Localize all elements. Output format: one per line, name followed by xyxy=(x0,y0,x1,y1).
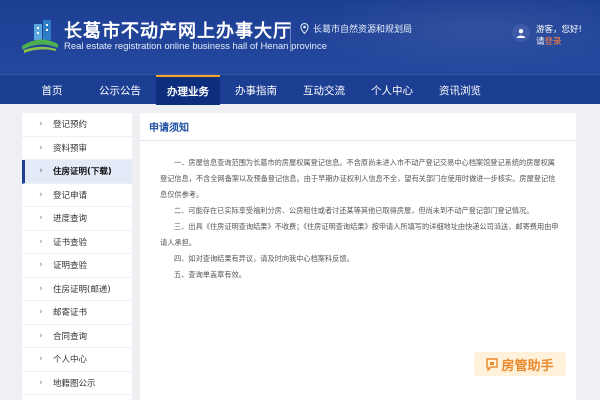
sidebar-item-housing-cert-download[interactable]: › 住房证明(下载) xyxy=(22,160,132,184)
nav-item-interaction[interactable]: 互动交流 xyxy=(292,75,356,105)
chevron-right-icon: › xyxy=(39,189,43,200)
content-header: 申请须知 xyxy=(140,113,576,141)
sidebar: › 登记预约 › 资料预审 › 住房证明(下载) › 登记申请 › 进度查询 › 证书查验 … xyxy=(22,113,132,400)
sidebar-item-contract-query[interactable]: › 合同查询 xyxy=(22,325,132,348)
chevron-right-icon: › xyxy=(39,377,43,388)
chevron-right-icon: › xyxy=(39,330,43,341)
user-icon xyxy=(516,29,526,38)
site-logo-icon xyxy=(22,20,58,53)
sidebar-item-label: 证明查验 xyxy=(53,261,88,272)
chevron-right-icon: › xyxy=(39,236,43,247)
chevron-right-icon: › xyxy=(39,142,43,153)
sidebar-item-registration-apply[interactable]: › 登记申请 xyxy=(22,184,132,207)
sidebar-item-mail-cert[interactable]: › 邮寄证书 xyxy=(22,301,132,325)
notice-paragraph: 四、如对查询结果有异议，请及时向我中心档案科反馈。 xyxy=(174,254,354,263)
chevron-right-icon: › xyxy=(39,119,43,130)
sidebar-item-label: 住房证明(下载) xyxy=(53,167,112,178)
nav-item-news[interactable]: 资讯浏览 xyxy=(428,75,492,105)
sidebar-item-cert-verify[interactable]: › 证书查验 xyxy=(22,231,132,254)
content-title: 申请须知 xyxy=(149,123,189,134)
login-link[interactable]: 登录 xyxy=(545,37,562,47)
site-title: 长葛市不动产网上办事大厅 xyxy=(64,21,292,42)
sidebar-item-label: 合同查询 xyxy=(53,331,88,342)
sidebar-item-progress-query[interactable]: › 进度查询 xyxy=(22,207,132,231)
nav-item-business[interactable]: 办理业务 xyxy=(156,75,220,105)
location-pin-icon xyxy=(300,23,309,34)
sidebar-item-label: 个人中心 xyxy=(53,355,88,366)
user-box: 游客，您好! 请登录 xyxy=(512,24,582,48)
chevron-right-icon: › xyxy=(39,283,43,294)
main-nav: 首页 公示公告 办理业务 办事指南 互动交流 个人中心 资讯浏览 xyxy=(0,74,600,105)
sidebar-item-housing-cert-mail[interactable]: › 住房证明(邮递) xyxy=(22,278,132,301)
location-indicator[interactable]: 长葛市自然资源和规划局 xyxy=(300,22,412,35)
location-label: 长葛市自然资源和规划局 xyxy=(313,25,413,35)
sidebar-item-label: 登记申请 xyxy=(53,190,88,201)
sidebar-item-personal-center[interactable]: › 个人中心 xyxy=(22,348,132,372)
house-chat-icon xyxy=(486,357,499,371)
chevron-right-icon: › xyxy=(39,307,43,318)
chevron-right-icon: › xyxy=(39,166,43,177)
sidebar-item-label: 进度查询 xyxy=(53,214,88,225)
nav-item-home[interactable]: 首页 xyxy=(20,75,84,105)
sidebar-item-label: 住房证明(邮递) xyxy=(53,284,111,295)
sidebar-item-label: 资料预审 xyxy=(53,143,88,154)
sidebar-item-pre-review[interactable]: › 资料预审 xyxy=(22,137,132,160)
sidebar-item-proof-verify[interactable]: › 证明查验 xyxy=(22,254,132,278)
watermark-text: 房管助手 xyxy=(501,358,554,374)
sidebar-item-appointment[interactable]: › 登记预约 xyxy=(22,113,132,137)
user-greeting: 游客，您好! xyxy=(536,25,582,35)
nav-item-announcements[interactable]: 公示公告 xyxy=(88,75,152,105)
site-subtitle: Real estate registration online business… xyxy=(64,41,327,52)
notice-body: 一、房屋信息查询范围为长葛市的房屋权属登记信息。不含原尚未进入市不动产登记交易中… xyxy=(140,141,576,283)
chevron-right-icon: › xyxy=(39,213,43,224)
sidebar-item-label: 登记预约 xyxy=(53,120,88,131)
notice-paragraph: 一、房屋信息查询范围为长葛市的房屋权属登记信息。不含原尚未进入市不动产登记交易中… xyxy=(160,158,556,199)
chevron-right-icon: › xyxy=(39,260,43,271)
user-text: 游客，您好! 请登录 xyxy=(536,24,582,48)
chevron-right-icon: › xyxy=(39,354,43,365)
sidebar-item-cadastral-map[interactable]: › 地籍图公示 xyxy=(22,372,132,395)
sidebar-item-label: 证书查验 xyxy=(53,237,88,248)
notice-paragraph: 三、出具《住房证明查询结果》不收费；《住房证明查询结果》按申请人所填写的详细地址… xyxy=(160,222,559,247)
login-prompt: 请登录 xyxy=(536,36,582,48)
sidebar-item-label: 地籍图公示 xyxy=(53,378,96,389)
site-header: 长葛市不动产网上办事大厅 Real estate registration on… xyxy=(0,0,600,74)
nav-item-guide[interactable]: 办事指南 xyxy=(224,75,288,105)
notice-paragraph: 二、可能存在已实际享受福利分房、公房租住或者讨还某等其他已取得房屋，但尚未到不动… xyxy=(174,206,534,215)
user-avatar-icon[interactable] xyxy=(512,24,530,42)
nav-item-personal-center[interactable]: 个人中心 xyxy=(360,75,424,105)
watermark: 房管助手 xyxy=(474,352,566,376)
login-prefix: 请 xyxy=(536,37,545,47)
sidebar-item-label: 邮寄证书 xyxy=(53,308,88,319)
header-divider xyxy=(290,22,291,52)
notice-paragraph: 五、查询单盖章有效。 xyxy=(174,270,246,279)
